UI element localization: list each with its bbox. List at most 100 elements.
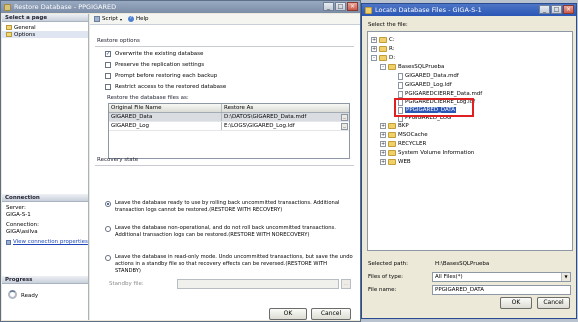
file-icon [398,90,403,98]
expand-icon[interactable]: + [380,150,386,156]
option-restrict-access[interactable]: Restrict access to the restored database [105,84,226,90]
minimize-button[interactable]: _ [323,2,334,11]
page-item-general[interactable]: General [2,24,88,31]
close-button[interactable]: × [347,2,358,11]
expand-icon[interactable]: + [380,123,386,129]
file-name-input[interactable]: PPGIGARED_DATA [432,285,571,295]
collapse-icon[interactable]: - [380,64,386,70]
selected-path-value: H:\BasesSQLPrueba [432,259,571,269]
restore-database-window: Restore Database - PPGIGARED _ □ × Selec… [0,0,361,322]
restrict-access-checkbox[interactable] [105,84,111,90]
help-button[interactable]: ? Help [127,16,149,22]
with-recovery-radio[interactable] [105,201,111,207]
tree-item-label: PGIGAREDCIERRE_Data.mdf [405,91,483,97]
option-prompt-before-restoring[interactable]: Prompt before restoring each backup [105,73,217,79]
tree-item-c[interactable]: + C: [371,36,395,44]
recovery-option-label: Leave the database in read-only mode. Un… [115,254,353,275]
tree-file-gigared-data[interactable]: GIGARED_Data.mdf [396,72,459,80]
tree-item-r[interactable]: + R: [371,45,395,53]
standby-file-input[interactable] [177,279,339,289]
recovery-state-title: Recovery state [97,157,139,163]
files-of-type-select[interactable]: All Files(*) ▼ [432,272,571,282]
overwrite-checkbox[interactable]: ✓ [105,51,111,57]
maximize-button[interactable]: □ [335,2,346,11]
locate-ok-button[interactable]: OK [500,297,532,309]
file-name-label: File name: [368,287,397,293]
properties-icon [6,239,11,245]
page-item-options[interactable]: Options [2,31,88,38]
browse-button[interactable]: ... [341,113,348,121]
tree-item-web[interactable]: + WEB [380,158,411,166]
standby-browse-button[interactable]: ... [341,279,351,289]
original-file-cell: GIGARED_Log [109,122,222,130]
norecovery-radio[interactable] [105,226,111,232]
restore-titlebar: Restore Database - PPGIGARED _ □ × [1,1,360,13]
tree-item-label: GIGARED_Log.ldf [405,82,452,88]
expand-icon[interactable]: + [380,141,386,147]
minimize-button[interactable]: _ [539,5,550,14]
chevron-down-icon[interactable]: ▼ [561,273,570,281]
tree-file-pgigaredcierre-data[interactable]: PGIGAREDCIERRE_Data.mdf [396,90,482,98]
files-of-type-value: All Files(*) [435,274,463,280]
script-label: Script [102,16,118,22]
cancel-button[interactable]: Cancel [311,308,351,320]
locate-cancel-button[interactable]: Cancel [537,297,570,309]
preserve-replication-checkbox[interactable] [105,62,111,68]
expand-icon[interactable]: + [371,37,377,43]
recovery-option-norecovery[interactable]: Leave the database non-operational, and … [105,225,353,239]
tree-item-system-volume-information[interactable]: + System Volume Information [380,149,474,157]
restore-as-cell[interactable]: D:\DATOS\GIGARED_Data.mdf [222,113,340,121]
recovery-option-standby[interactable]: Leave the database in read-only mode. Un… [105,254,353,276]
view-connection-properties-link[interactable]: View connection properties [2,239,88,245]
standby-file-label: Standby file: [109,281,144,287]
left-pane: Select a page General Options Connection… [2,14,89,320]
option-label: Prompt before restoring each backup [115,73,218,79]
tree-item-msocache[interactable]: + MSOCache [380,131,428,139]
view-connection-properties-label: View connection properties [13,239,88,245]
browse-button[interactable]: ... [341,122,348,130]
ok-button[interactable]: OK [269,308,307,320]
expand-icon[interactable]: + [371,46,377,52]
standby-radio[interactable] [105,255,111,261]
help-label: Help [135,16,149,22]
tree-item-label: System Volume Information [398,150,475,156]
column-header-restore-as[interactable]: Restore As [222,104,340,112]
table-row[interactable]: GIGARED_Data D:\DATOS\GIGARED_Data.mdf .… [109,113,349,122]
server-label: Server: [6,205,26,211]
column-header-original[interactable]: Original File Name [109,104,222,112]
option-preserve-replication[interactable]: Preserve the replication settings [105,62,204,68]
locate-window-title: Locate Database Files - GIGA-S-1 [375,6,482,14]
files-of-type-label: Files of type: [368,274,404,280]
tree-file-gigared-log[interactable]: GIGARED_Log.ldf [396,81,452,89]
page-item-label: General [14,24,36,31]
maximize-button[interactable]: □ [551,5,562,14]
tree-item-label: BKP [398,123,409,129]
progress-section: Progress Ready [2,276,88,299]
tree-item-label: RECYCLER [398,141,427,147]
file-tree: + C: + R: - D: - BasesSQLPrueba GIGARED_… [367,31,573,251]
expand-icon[interactable]: + [380,132,386,138]
tree-item-recycler[interactable]: + RECYCLER [380,140,426,148]
page-icon [6,32,12,37]
tree-item-bkp[interactable]: + BKP [380,122,409,130]
tree-item-basessqlprueba[interactable]: - BasesSQLPrueba [380,63,444,71]
tree-item-d[interactable]: - D: [371,54,395,62]
option-overwrite[interactable]: ✓ Overwrite the existing database [105,51,203,57]
connection-section: Connection Server: GIGA-S-1 Connection: … [2,194,88,245]
table-row[interactable]: GIGARED_Log E:\LOGS\GIGARED_Log.ldf ... [109,122,349,131]
folder-icon [388,132,396,138]
recovery-option-with-recovery[interactable]: Leave the database ready to use by rolli… [105,200,353,214]
collapse-icon[interactable]: - [371,55,377,61]
option-label: Restrict access to the restored database [115,84,227,90]
toolbar: Script ▾ ? Help [90,14,360,25]
close-button[interactable]: × [563,5,574,14]
prompt-checkbox[interactable] [105,73,111,79]
options-pane: Script ▾ ? Help Restore options ✓ Overwr… [90,14,360,320]
expand-icon[interactable]: + [380,159,386,165]
restore-as-cell[interactable]: E:\LOGS\GIGARED_Log.ldf [222,122,340,130]
script-icon [94,16,100,22]
script-button[interactable]: Script ▾ [94,16,122,22]
restore-window-title: Restore Database - PPGIGARED [14,3,117,11]
database-icon [4,3,11,11]
progress-header: Progress [2,276,88,284]
